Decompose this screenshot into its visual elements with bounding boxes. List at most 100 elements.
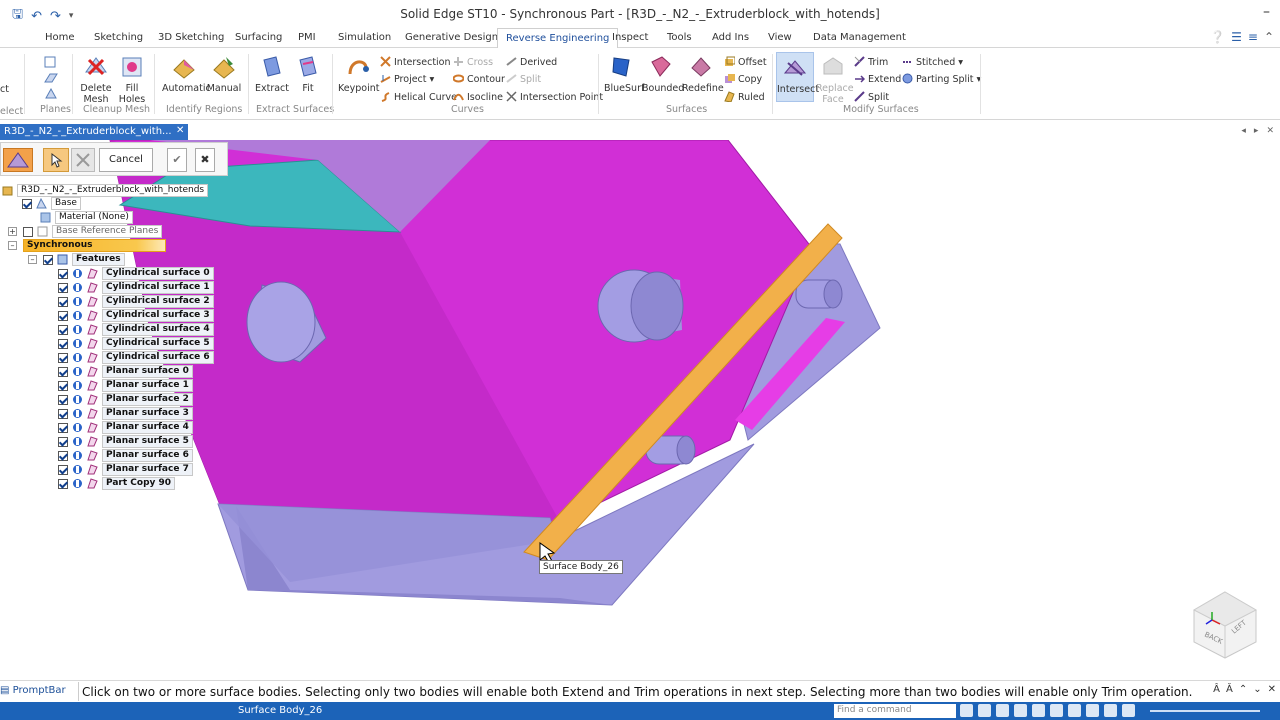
expand-icon[interactable]: + xyxy=(8,227,17,236)
close-document-icon[interactable]: ✕ xyxy=(176,125,188,136)
pan-icon[interactable] xyxy=(1032,704,1045,717)
feature-checkbox[interactable] xyxy=(58,436,68,447)
stitched-button[interactable]: Stitched ▾ xyxy=(902,56,963,68)
tab-sketching[interactable]: Sketching xyxy=(94,32,143,43)
tab-surfacing[interactable]: Surfacing xyxy=(235,32,282,43)
redefine-button[interactable]: Redefine xyxy=(682,54,724,94)
extract-button[interactable]: Extract xyxy=(254,54,290,94)
helical-curve-button[interactable]: Helical Curve xyxy=(380,91,457,103)
shading-icon[interactable] xyxy=(1104,704,1117,717)
display-icon[interactable] xyxy=(72,366,83,377)
fill-holes-button[interactable]: Fill Holes xyxy=(116,54,148,105)
minimize-icon[interactable]: – xyxy=(1263,4,1270,20)
split-surface-button[interactable]: Split xyxy=(854,91,889,103)
view-cube[interactable]: BACK LEFT xyxy=(1190,590,1260,660)
feature-checkbox[interactable] xyxy=(58,464,68,475)
feature-checkbox[interactable] xyxy=(58,296,68,307)
display-icon[interactable] xyxy=(72,282,83,293)
scroll-right-icon[interactable]: ▸ xyxy=(1254,126,1259,136)
tree-feature-item[interactable]: Planar surface 7 xyxy=(58,463,193,476)
close-all-icon[interactable]: ✕ xyxy=(1266,126,1274,136)
base-checkbox[interactable] xyxy=(22,198,32,209)
features-checkbox[interactable] xyxy=(43,254,53,265)
tree-feature-item[interactable]: Cylindrical surface 3 xyxy=(58,309,214,322)
tab-generative-design[interactable]: Generative Design xyxy=(405,32,498,43)
tree-feature-item[interactable]: Cylindrical surface 4 xyxy=(58,323,214,336)
feature-checkbox[interactable] xyxy=(58,380,68,391)
display-icon[interactable] xyxy=(72,394,83,405)
tab-tools[interactable]: Tools xyxy=(667,32,692,43)
feature-checkbox[interactable] xyxy=(58,422,68,433)
view-style-icon[interactable] xyxy=(1086,704,1099,717)
display-icon[interactable] xyxy=(72,450,83,461)
cylinder-right[interactable] xyxy=(795,279,843,309)
display-icon[interactable] xyxy=(72,310,83,321)
zoom-slider[interactable] xyxy=(1150,710,1260,712)
font-decrease-icon[interactable]: Ǎ xyxy=(1226,684,1233,695)
cylinder-center[interactable] xyxy=(597,269,684,343)
split-curve-button[interactable]: Split xyxy=(506,73,541,85)
ribbon-menu-icon[interactable]: ≡ xyxy=(1248,30,1258,44)
fit-button[interactable]: Fit xyxy=(292,54,324,94)
replace-face-button[interactable]: Replace Face xyxy=(816,54,854,105)
tab-simulation[interactable]: Simulation xyxy=(338,32,391,43)
derived-button[interactable]: Derived xyxy=(506,56,557,68)
intersection-point-button[interactable]: Intersection Point xyxy=(506,91,603,103)
automatic-button[interactable]: Automatic xyxy=(162,54,211,94)
tree-feature-item[interactable]: Cylindrical surface 5 xyxy=(58,337,214,350)
ruled-button[interactable]: Ruled xyxy=(724,91,765,103)
trim-button[interactable]: Trim xyxy=(854,56,888,68)
display-icon[interactable] xyxy=(72,422,83,433)
scroll-down-icon[interactable]: ⌄ xyxy=(1253,684,1261,695)
feature-checkbox[interactable] xyxy=(58,408,68,419)
plane-icon-3[interactable] xyxy=(44,87,58,103)
tab-3d-sketching[interactable]: 3D Sketching xyxy=(158,32,224,43)
extend-button[interactable]: Extend xyxy=(854,73,901,85)
tree-feature-item[interactable]: Planar surface 1 xyxy=(58,379,193,392)
ribbon-collapse-icon[interactable]: ⌃ xyxy=(1264,30,1274,44)
feature-checkbox[interactable] xyxy=(58,352,68,363)
select-partial-label[interactable]: ct xyxy=(0,84,9,95)
tree-root[interactable]: R3D_-_N2_-_Extruderblock_with_hotends xyxy=(2,184,209,197)
promptbar-close-icon[interactable]: ✕ xyxy=(1268,684,1276,695)
spin-icon[interactable] xyxy=(1068,704,1081,717)
tree-feature-item[interactable]: Cylindrical surface 2 xyxy=(58,295,214,308)
select-step-icon[interactable] xyxy=(43,148,69,172)
feature-checkbox[interactable] xyxy=(58,310,68,321)
feature-checkbox[interactable] xyxy=(58,394,68,405)
accept-step-icon[interactable] xyxy=(71,148,95,172)
close-command-button[interactable]: ✖ xyxy=(195,148,215,172)
plane-icon-2[interactable] xyxy=(44,72,58,87)
collapse-features-icon[interactable]: – xyxy=(28,255,37,264)
tab-reverse-engineering[interactable]: Reverse Engineering xyxy=(497,28,619,49)
tab-pmi[interactable]: PMI xyxy=(298,32,316,43)
tree-feature-item[interactable]: Planar surface 3 xyxy=(58,407,193,420)
display-icon[interactable] xyxy=(72,380,83,391)
feature-checkbox[interactable] xyxy=(58,366,68,377)
contour-button[interactable]: Contour xyxy=(453,73,505,85)
zoom-icon[interactable] xyxy=(996,704,1009,717)
plane-icon-1[interactable] xyxy=(44,56,56,71)
offset-button[interactable]: Offset xyxy=(724,56,767,68)
tree-feature-item[interactable]: Cylindrical surface 6 xyxy=(58,351,214,364)
tree-feature-item[interactable]: Cylindrical surface 0 xyxy=(58,267,214,280)
display-icon[interactable] xyxy=(72,436,83,447)
tree-feature-item[interactable]: Cylindrical surface 1 xyxy=(58,281,214,294)
display-icon[interactable] xyxy=(72,268,83,279)
feature-checkbox[interactable] xyxy=(58,282,68,293)
display-icon[interactable] xyxy=(72,464,83,475)
rotate-icon[interactable] xyxy=(1050,704,1063,717)
collapse-icon[interactable]: – xyxy=(8,241,17,250)
tree-feature-item[interactable]: Planar surface 2 xyxy=(58,393,193,406)
display-icon[interactable] xyxy=(72,296,83,307)
display-icon[interactable] xyxy=(72,478,83,489)
help-icon[interactable]: ❔ xyxy=(1210,30,1225,44)
delete-mesh-button[interactable]: Delete Mesh xyxy=(78,54,114,105)
tab-data-management[interactable]: Data Management xyxy=(813,32,906,43)
feature-checkbox[interactable] xyxy=(58,268,68,279)
manual-button[interactable]: Manual xyxy=(206,54,242,94)
display-icon[interactable] xyxy=(72,352,83,363)
intersect-step-icon[interactable] xyxy=(3,148,33,172)
tab-home[interactable]: Home xyxy=(45,32,75,43)
feature-checkbox[interactable] xyxy=(58,324,68,335)
